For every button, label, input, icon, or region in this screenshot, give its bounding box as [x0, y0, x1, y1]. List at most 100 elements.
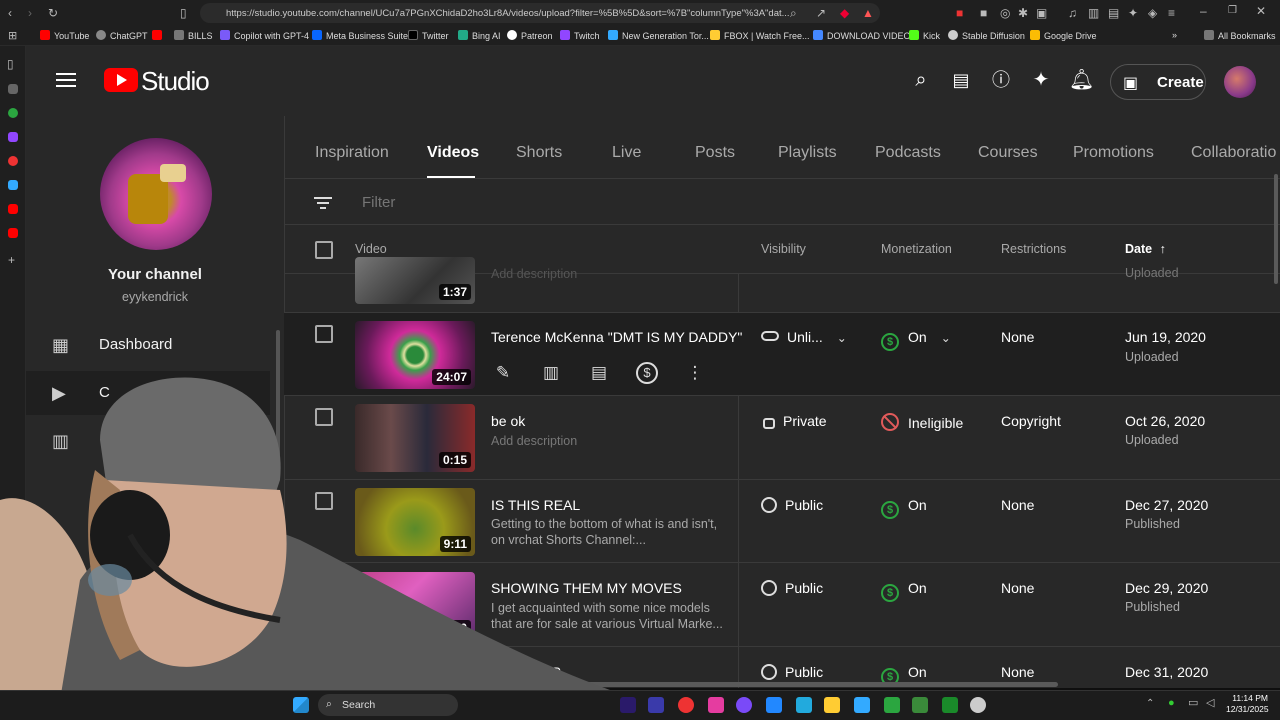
- restore-icon[interactable]: ❐: [1228, 5, 1237, 17]
- channel-title[interactable]: Your channel: [26, 266, 284, 283]
- premiere-icon[interactable]: [620, 697, 636, 713]
- monetization-dropdown[interactable]: $ On ⌄: [881, 329, 951, 351]
- app-icon-red[interactable]: [678, 697, 694, 713]
- app-icon-blue[interactable]: [766, 697, 782, 713]
- select-all-checkbox[interactable]: [315, 241, 333, 259]
- extension-icon-2[interactable]: ■: [980, 7, 987, 19]
- forward-icon[interactable]: ›: [28, 7, 32, 19]
- chevron-up-icon[interactable]: ⌃: [1146, 698, 1154, 710]
- youtube-logo-icon[interactable]: [104, 68, 138, 92]
- rail-app-icon-1[interactable]: [8, 108, 18, 118]
- brave-browser-icon[interactable]: [970, 697, 986, 713]
- tab-shorts[interactable]: Shorts: [516, 144, 562, 162]
- bookmark-kick[interactable]: Kick: [909, 30, 940, 41]
- tab-live[interactable]: Live: [612, 144, 641, 162]
- video-title[interactable]: Terence McKenna "DMT IS MY DADDY": [491, 329, 742, 345]
- tab-posts[interactable]: Posts: [695, 144, 735, 162]
- close-window-icon[interactable]: ✕: [1256, 5, 1266, 17]
- back-icon[interactable]: ‹: [8, 7, 12, 19]
- app-icon-green-2[interactable]: [912, 697, 928, 713]
- vpn-icon[interactable]: ◈: [1148, 7, 1157, 19]
- bookmark-youtube[interactable]: YouTube: [40, 30, 89, 41]
- rewards-icon[interactable]: ▲: [862, 7, 874, 19]
- help-icon[interactable]: ⓘ: [989, 68, 1013, 92]
- bookmark-download-video[interactable]: DOWNLOAD VIDEO: [813, 30, 911, 41]
- bookmark-torrent[interactable]: New Generation Tor...: [608, 30, 709, 41]
- bookmark-google-drive[interactable]: Google Drive: [1030, 30, 1097, 41]
- address-bar[interactable]: https://studio.youtube.com/channel/UCu7a…: [200, 3, 880, 23]
- vertical-scrollbar[interactable]: [1274, 174, 1278, 284]
- visibility-dropdown[interactable]: Unli... ⌄: [761, 329, 847, 345]
- sparkle-ai-icon[interactable]: ✦: [1029, 68, 1053, 92]
- bookmark-page-icon[interactable]: ▯: [180, 7, 187, 19]
- rail-youtube-icon-2[interactable]: [8, 228, 18, 238]
- filter-input[interactable]: [362, 191, 962, 213]
- monetization-value[interactable]: $ On: [881, 580, 927, 602]
- monetization-value[interactable]: $ On: [881, 497, 927, 519]
- restrictions-value[interactable]: Copyright: [1001, 413, 1061, 429]
- notifications-bell-icon[interactable]: 🔔︎: [1069, 68, 1094, 92]
- zoom-icon[interactable]: ⌕: [790, 7, 797, 19]
- bookmark-copilot[interactable]: Copilot with GPT-4: [220, 30, 309, 41]
- file-explorer-icon[interactable]: [824, 697, 840, 713]
- app-icon-doc[interactable]: [854, 697, 870, 713]
- app-icon-pink[interactable]: [708, 697, 724, 713]
- minimize-icon[interactable]: –: [1200, 5, 1207, 17]
- rail-app-icon-2[interactable]: [8, 156, 18, 166]
- extension-icon-3[interactable]: ◎: [1000, 7, 1010, 19]
- monetization-dollar-icon[interactable]: $: [636, 362, 658, 384]
- tab-podcasts[interactable]: Podcasts: [875, 144, 941, 162]
- app-icon-green[interactable]: [884, 697, 900, 713]
- share-icon[interactable]: ↗: [816, 7, 826, 19]
- edge-icon[interactable]: [796, 697, 812, 713]
- bookmark-youtube-2[interactable]: [152, 30, 166, 41]
- rail-twitch-icon[interactable]: [8, 132, 18, 142]
- tab-videos[interactable]: Videos: [427, 144, 479, 162]
- monetization-value[interactable]: Ineligible: [881, 413, 963, 431]
- brave-shield-icon[interactable]: ◆: [840, 7, 849, 19]
- bookmark-stable-diffusion[interactable]: Stable Diffusion: [948, 30, 1025, 41]
- account-avatar[interactable]: [1224, 66, 1256, 98]
- taskbar-search[interactable]: ⌕ Search: [318, 694, 458, 716]
- app-icon-purple[interactable]: [736, 697, 752, 713]
- visibility-value[interactable]: Public: [761, 664, 823, 680]
- row-checkbox[interactable]: [315, 325, 333, 343]
- tab-icon[interactable]: ▣: [1036, 7, 1047, 19]
- all-bookmarks[interactable]: All Bookmarks: [1204, 30, 1276, 41]
- bookmark-twitter[interactable]: Twitter: [408, 30, 449, 41]
- apps-grid-icon[interactable]: ⊞: [8, 30, 17, 42]
- tab-playlists[interactable]: Playlists: [778, 144, 837, 162]
- more-bookmarks-icon[interactable]: »: [1172, 30, 1177, 40]
- channel-avatar[interactable]: [100, 138, 212, 250]
- visibility-value[interactable]: Private: [761, 413, 827, 429]
- sidebar-panel-icon[interactable]: ▯: [7, 58, 14, 70]
- video-thumbnail[interactable]: 1:37: [355, 257, 475, 304]
- microphone-icon[interactable]: ●: [1168, 697, 1175, 709]
- sidebar-toggle-icon[interactable]: ▥: [1088, 7, 1099, 19]
- bookmark-meta[interactable]: Meta Business Suite: [312, 30, 408, 41]
- reload-icon[interactable]: ↻: [48, 7, 58, 19]
- network-icon[interactable]: ▭: [1188, 697, 1198, 709]
- windows-start-icon[interactable]: [293, 697, 309, 713]
- bookmark-patreon[interactable]: Patreon: [507, 30, 553, 41]
- rail-youtube-icon-1[interactable]: [8, 204, 18, 214]
- bookmark-fbox[interactable]: FBOX | Watch Free...: [710, 30, 810, 41]
- tab-inspiration[interactable]: Inspiration: [315, 144, 389, 162]
- app-icon-pr[interactable]: [648, 697, 664, 713]
- system-clock[interactable]: 11:14 PM 12/31/2025: [1226, 693, 1269, 715]
- hamburger-menu-icon[interactable]: [56, 69, 76, 91]
- visibility-value[interactable]: Public: [761, 580, 823, 596]
- wallet-icon[interactable]: ▤: [1108, 7, 1119, 19]
- tab-courses[interactable]: Courses: [978, 144, 1038, 162]
- menu-icon[interactable]: ≡: [1168, 7, 1175, 19]
- bookmark-twitch[interactable]: Twitch: [560, 30, 600, 41]
- more-options-icon[interactable]: ⋮: [684, 362, 706, 384]
- bookmark-chatgpt[interactable]: ChatGPT: [96, 30, 148, 41]
- rail-app-icon-3[interactable]: [8, 180, 18, 190]
- bookmark-bing[interactable]: Bing AI: [458, 30, 501, 41]
- filter-icon[interactable]: [314, 194, 332, 212]
- volume-icon[interactable]: ◁: [1206, 697, 1214, 709]
- visibility-value[interactable]: Public: [761, 497, 823, 513]
- add-icon[interactable]: +: [8, 254, 15, 266]
- bookmark-bills[interactable]: BILLS: [174, 30, 213, 41]
